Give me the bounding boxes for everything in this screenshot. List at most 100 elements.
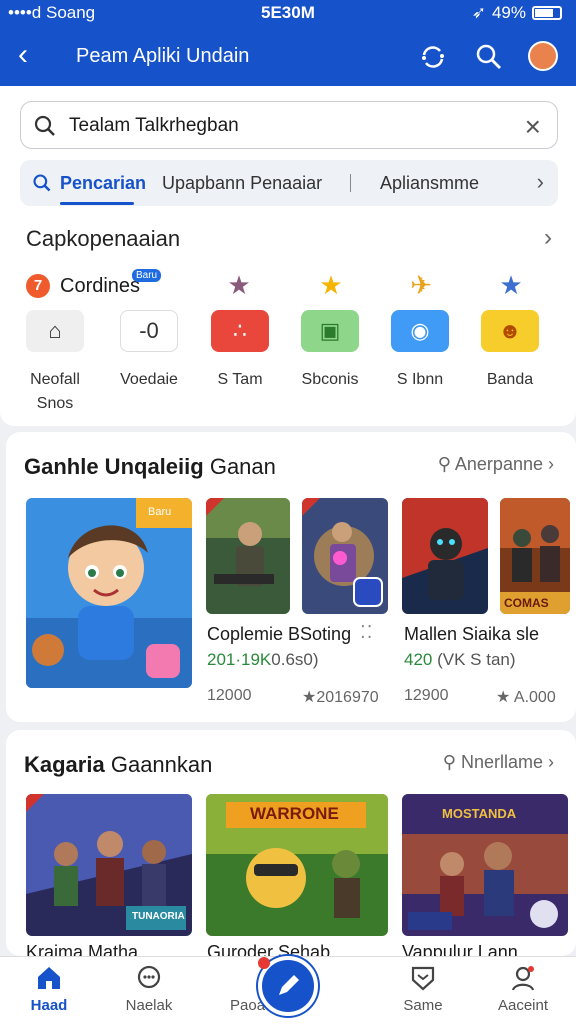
category-label: S Tam [217,371,263,388]
new-badge: Baru [132,269,162,282]
game-title[interactable]: Vappulur Lann [402,942,518,956]
tab-pencarian[interactable]: Pencarian [60,173,146,194]
zero-icon: -0 [120,310,178,352]
page-title: Peam Apliki Undain [76,45,250,67]
location-icon: ➶ [471,3,486,22]
section-title-bold: Ganhle Unqaleiig [24,454,204,479]
section-title-bold: Kagaria [24,752,105,777]
see-more-label: Anerpanne [454,454,543,474]
section-title-rest: Gaannkan [110,752,213,777]
featured-games-section: Ganhle Unqaleiig Ganan ⚲ Anerpanne › Bar… [6,432,576,722]
nav-notifications[interactable]: Naelak [104,963,194,1014]
bubble-icon: ◉ [391,310,449,352]
featured-game-poster[interactable]: Baru [26,498,192,688]
back-arrow-icon[interactable]: ‹ [18,40,28,70]
chat-bubble-icon [104,963,194,993]
poster-caption: MOSTANDA [442,806,517,821]
face-icon: ☻ [481,310,539,352]
chevron-right-icon[interactable]: › [537,169,544,195]
category-item[interactable]: ∴ S Tam [195,310,285,392]
active-tab-indicator [60,202,134,205]
nav-label: Same [403,997,443,1014]
close-icon[interactable]: × [525,111,541,143]
battery-percent: 49% [491,3,526,22]
game-subtitle: 201·19K0.6s0) [207,650,319,670]
game-poster[interactable] [206,498,290,614]
star-icon-blue: ★ [499,270,523,300]
plane-icon: ✈ [410,270,432,300]
game-title[interactable]: Kraima Matha [26,942,138,956]
category-item[interactable]: -0 Voedaie [104,310,194,392]
category-label: Neofall Snos [30,371,80,412]
battery-icon [532,6,562,20]
clock: 5E30M [261,3,315,22]
nav-home[interactable]: Haad [4,963,94,1014]
category-label: S Ibnn [396,371,444,388]
see-more-link[interactable]: ⚲ Nnerllame › [443,752,554,773]
game-poster[interactable] [302,498,388,614]
chevron-right-icon: › [548,454,554,474]
tab-penaaiar[interactable]: Upapbann Penaaiar [162,173,322,194]
poster-caption: WARRONE [250,804,339,823]
nav-games[interactable]: Same [378,963,468,1014]
chevron-right-icon[interactable]: › [544,224,552,252]
search-icon: ⚲ [437,454,451,474]
game-poster[interactable]: MOSTANDA [402,794,568,936]
category-name: Cordines [60,275,141,297]
search-icon [33,174,51,192]
see-more-link[interactable]: ⚲ Anerpanne › [438,454,554,475]
search-sheet: Tealam Talkrhegban × Pencarian Upapbann … [0,86,576,426]
game-subtitle: 420 (VK S tan) [404,650,516,670]
game-title[interactable]: Coplemie BSoting [207,624,351,645]
pencil-icon [279,975,299,995]
search-query-text: Tealam Talkrhegban [69,115,239,136]
section-title: Kagaria Gaannkan [24,752,212,778]
poster-caption: COMAS [504,596,549,610]
search-icon[interactable] [474,42,504,72]
category-label: Sbconis [301,371,359,388]
notification-dot [258,957,270,969]
category-heading: Capkopenaaian [26,226,181,251]
category-label: Voedaie [120,371,178,388]
more-options-icon[interactable]: ⁚⁚ [360,622,373,643]
search-tabs: Pencarian Upapbann Penaaiar Apliansmme › [20,160,558,206]
dots-icon: ∴ [211,310,269,352]
rating: ★ A.000 [496,689,556,706]
games-category-section: Kagaria Gaannkan ⚲ Nnerllame › TUNAORIA … [6,730,576,956]
home-icon: ⌂ [26,310,84,352]
game-poster[interactable] [402,498,488,614]
user-icon [478,963,568,993]
game-title[interactable]: Mallen Siaika sle [404,624,539,645]
download-count: 12000 [207,687,252,704]
search-icon: ⚲ [442,752,456,772]
category-item[interactable]: ▣ Sbconis [285,310,375,392]
carrier-label: ••••d Soang [8,3,96,22]
game-poster[interactable]: WARRONE [206,794,388,936]
category-item[interactable]: ☻ Banda [465,310,555,392]
category-count-badge: 7 [26,274,50,298]
game-sub-detail: (VK S tan) [437,650,516,669]
game-poster[interactable]: TUNAORIA [26,794,192,936]
tab-apliansmme[interactable]: Apliansmme [380,173,479,194]
home-icon [4,963,94,993]
category-item[interactable]: ⌂ Neofall Snos [10,310,100,416]
sync-icon[interactable] [418,42,448,72]
avatar[interactable] [528,41,558,71]
download-count: 12900 [404,687,449,704]
category-item[interactable]: ◉ S Ibnn [375,310,465,392]
game-poster[interactable]: COMAS [500,498,570,614]
category-label: Banda [486,371,534,388]
game-title[interactable]: Guroder Sehab [207,942,330,956]
star-icon-purple: ★ [227,270,251,300]
featured-badge: Baru [148,506,172,518]
chevron-right-icon: › [548,752,554,772]
section-title: Ganhle Unqaleiig Ganan [24,454,276,480]
game-sub-count: 420 [404,650,433,669]
poster-caption: TUNAORIA [132,911,185,922]
search-input[interactable]: Tealam Talkrhegban × [20,101,558,149]
nav-label: Naelak [125,997,173,1014]
nav-account[interactable]: Aaceint [478,963,568,1014]
game-sub-detail: 0.6s0) [271,650,319,669]
tab-divider [350,174,351,192]
section-title-rest: Ganan [209,454,276,479]
